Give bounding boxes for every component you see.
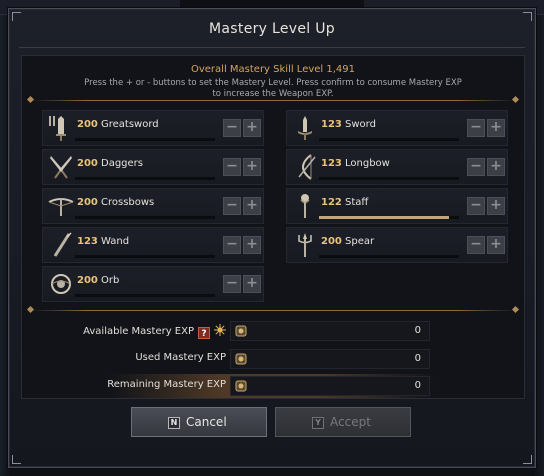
weapon-name: Crossbows [101,197,155,208]
ornament-divider-bottom [30,310,516,311]
weapon-row-daggers: 200 Daggers − + [42,149,264,185]
daggers-icon [50,156,72,179]
used-mastery-exp-value: 0 [414,353,421,364]
accept-label: Accept [330,415,371,429]
increase-level-button[interactable]: + [487,158,505,176]
available-mastery-exp-value: 0 [414,325,421,336]
weapon-name: Spear [345,236,375,247]
weapon-name: Greatsword [101,119,159,130]
panel-header: Overall Mastery Skill Level 1,491 Press … [22,64,524,100]
cancel-key-hint: N [168,417,180,429]
available-label-text: Available Mastery EXP [83,326,194,337]
weapon-level: 123 [321,158,342,169]
weapon-row-wand: 123 Wand − + [42,227,264,263]
remaining-mastery-exp-row: Remaining Mastery EXP 0 [106,375,436,397]
crossbow-icon [48,198,74,216]
sunburst-icon [214,324,226,336]
mastery-panel: Overall Mastery Skill Level 1,491 Press … [21,55,525,399]
remaining-mastery-exp-value: 0 [414,380,421,391]
available-mastery-exp-row: Available Mastery EXP? 0 [83,320,436,342]
cancel-label: Cancel [186,415,227,429]
available-mastery-exp-field: 0 [230,321,430,341]
weapon-level: 200 [77,158,98,169]
weapon-level: 122 [321,197,342,208]
instructions-text: Press the + or - buttons to set the Mast… [84,78,462,99]
increase-level-button[interactable]: + [487,119,505,137]
used-mastery-exp-row: Used Mastery EXP 0 [106,348,436,370]
weapon-name: Wand [101,236,130,247]
increase-level-button[interactable]: + [243,158,261,176]
decrease-level-button[interactable]: − [467,119,485,137]
help-icon[interactable]: ? [198,327,210,339]
title-divider [19,47,525,48]
weapon-level: 200 [77,119,98,130]
increase-level-button[interactable]: + [487,236,505,254]
decrease-level-button[interactable]: − [467,197,485,215]
wand-icon [53,232,72,257]
decrease-level-button[interactable]: − [223,119,241,137]
increase-level-button[interactable]: + [243,119,261,137]
ornament-divider-top [30,100,516,101]
weapon-level: 123 [321,119,342,130]
weapon-exp-bar [319,138,459,141]
corner-ornament [12,455,21,464]
weapon-exp-bar [319,255,459,258]
weapon-exp-bar [75,255,215,258]
mastery-exp-icon [235,325,247,337]
greatsword-icon [49,116,66,141]
dialog-title: Mastery Level Up [209,21,335,37]
weapon-exp-bar [319,177,459,180]
orb-icon [51,274,71,294]
weapon-name: Daggers [101,158,143,169]
weapon-row-greatsword: 200 Greatsword − + [42,110,264,146]
weapon-exp-bar [75,138,215,141]
weapon-name: Sword [345,119,376,130]
weapon-level: 123 [77,236,98,247]
weapon-name: Longbow [345,158,390,169]
weapon-exp-fill [319,216,450,219]
weapon-level: 200 [77,275,98,286]
longbow-icon [298,154,316,180]
accept-key-hint: Y [312,417,324,429]
decrease-level-button[interactable]: − [223,197,241,215]
decrease-level-button[interactable]: − [223,236,241,254]
decrease-level-button[interactable]: − [223,158,241,176]
weapon-row-staff: 122 Staff − + [286,188,508,224]
decrease-level-button[interactable]: − [223,275,241,293]
remaining-mastery-exp-label: Remaining Mastery EXP [107,379,226,390]
cancel-button[interactable]: N Cancel [131,407,267,437]
weapon-name: Staff [345,197,369,208]
weapon-row-spear: 200 Spear − + [286,227,508,263]
weapon-exp-bar [75,177,215,180]
weapon-exp-bar [75,294,215,297]
increase-level-button[interactable]: + [243,197,261,215]
corner-ornament [523,455,532,464]
sword-icon [298,116,312,140]
weapon-exp-bar [75,216,215,219]
remaining-mastery-exp-field: 0 [230,376,430,396]
increase-level-button[interactable]: + [243,236,261,254]
decrease-level-button[interactable]: − [467,236,485,254]
used-mastery-exp-label: Used Mastery EXP [135,352,226,363]
used-mastery-exp-field: 0 [230,349,430,369]
decrease-level-button[interactable]: − [467,158,485,176]
mastery-exp-icon [235,380,247,392]
weapon-row-longbow: 123 Longbow − + [286,149,508,185]
weapon-level: 200 [77,197,98,208]
available-mastery-exp-label: Available Mastery EXP? [83,324,226,339]
accept-button[interactable]: Y Accept [275,407,411,437]
weapon-name: Orb [101,275,120,286]
mastery-level-up-dialog: Mastery Level Up Overall Mastery Skill L… [8,8,536,468]
weapon-row-orb: 200 Orb − + [42,266,264,302]
increase-level-button[interactable]: + [243,275,261,293]
weapon-row-sword: 123 Sword − + [286,110,508,146]
overall-mastery-level: Overall Mastery Skill Level 1,491 [190,64,356,75]
mastery-exp-icon [235,353,247,365]
staff-icon [300,194,310,218]
weapon-exp-bar [319,216,459,219]
spear-icon [298,233,312,257]
weapon-row-crossbows: 200 Crossbows − + [42,188,264,224]
weapon-level: 200 [321,236,342,247]
increase-level-button[interactable]: + [487,197,505,215]
